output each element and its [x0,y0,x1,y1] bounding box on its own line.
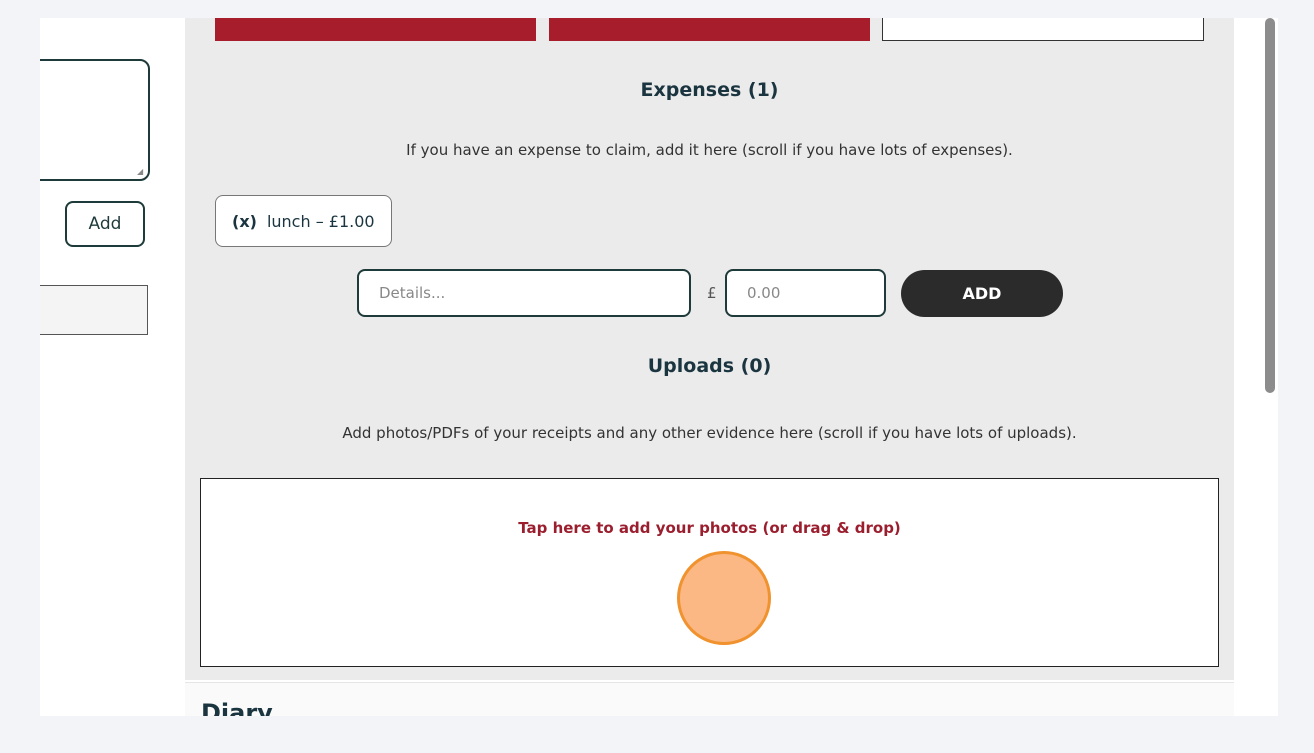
add-note-button[interactable]: Add [65,201,145,247]
dropzone-label[interactable]: Tap here to add your photos (or drag & d… [201,519,1218,537]
action-button-2[interactable] [549,18,870,41]
upload-dropzone[interactable]: Tap here to add your photos (or drag & d… [200,478,1219,667]
expense-details-input[interactable] [357,269,691,317]
scrollbar[interactable] [1263,18,1277,716]
app-frame: ◢ Add Expenses (1) If you have an expens… [40,18,1278,716]
expense-amount-input[interactable] [725,269,886,317]
uploads-title: Uploads (0) [647,355,772,377]
resize-grip-icon[interactable]: ◢ [137,168,145,176]
scrollbar-thumb[interactable] [1265,18,1275,393]
remove-expense-button[interactable]: (x) [232,212,257,231]
add-expense-button[interactable]: ADD [901,270,1063,317]
expense-item: (x) lunch – £1.00 [215,195,392,247]
left-input-field[interactable] [40,285,148,335]
currency-symbol: £ [707,284,717,302]
expense-label: lunch – £1.00 [266,211,375,231]
diary-title: Diary [201,699,273,716]
bottom-margin [0,716,1314,753]
diary-section: Diary [185,682,1234,716]
expenses-title: Expenses (1) [640,79,779,101]
click-indicator [677,551,771,645]
uploads-description: Add photos/PDFs of your receipts and any… [342,424,1077,442]
notes-textarea[interactable]: ◢ [40,59,150,181]
action-button-3[interactable] [882,18,1204,41]
expenses-description: If you have an expense to claim, add it … [406,141,1013,159]
action-button-1[interactable] [215,18,536,41]
claim-panel: Expenses (1) If you have an expense to c… [185,18,1234,680]
